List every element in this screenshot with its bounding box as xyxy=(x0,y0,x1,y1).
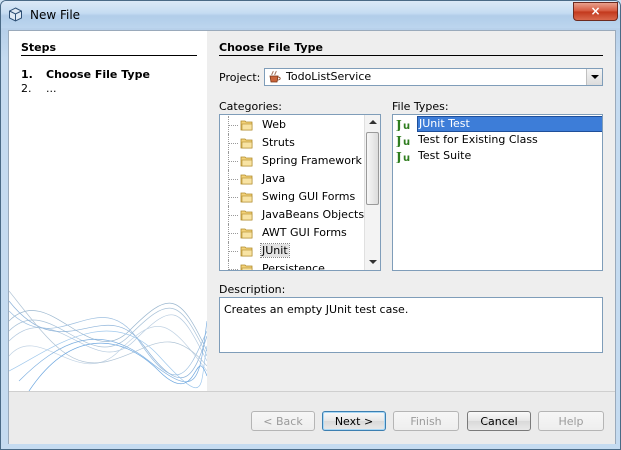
folder-icon xyxy=(240,210,253,221)
folder-icon xyxy=(240,264,253,270)
category-item[interactable]: Web xyxy=(220,116,362,134)
category-item[interactable]: Persistence xyxy=(220,260,362,271)
tree-branch xyxy=(229,143,238,144)
file-type-item[interactable]: Ju Test for Existing Class xyxy=(394,132,601,148)
categories-label: Categories: xyxy=(219,100,282,113)
title-bar[interactable]: New File × xyxy=(1,1,620,28)
step-number: 2. xyxy=(21,82,32,95)
project-combobox[interactable]: TodoListService xyxy=(264,68,603,86)
header-divider xyxy=(219,55,603,56)
file-type-label: Test Suite xyxy=(418,149,472,162)
next-button[interactable]: Next > xyxy=(322,411,386,431)
category-item[interactable]: AWT GUI Forms xyxy=(220,224,362,242)
tree-branch xyxy=(229,179,238,180)
file-types-label: File Types: xyxy=(392,100,449,113)
folder-icon xyxy=(240,120,253,131)
dialog-body: Steps 1. Choose File Type 2.... Choose F… xyxy=(8,30,616,444)
category-label: Swing GUI Forms xyxy=(262,190,356,203)
svg-text:u: u xyxy=(403,153,410,163)
category-item[interactable]: Java xyxy=(220,170,362,188)
file-type-item-selected[interactable]: Ju JUnit Test xyxy=(394,116,602,132)
category-item[interactable]: Spring Framework xyxy=(220,152,362,170)
folder-icon xyxy=(240,192,253,203)
close-icon: × xyxy=(590,4,601,18)
step-number: 1. xyxy=(21,68,33,81)
description-text: Creates an empty JUnit test case. xyxy=(224,303,409,316)
category-label: Spring Framework xyxy=(262,154,362,167)
description-label: Description: xyxy=(219,283,286,296)
scrollbar-thumb[interactable] xyxy=(366,132,379,205)
file-type-label: JUnit Test xyxy=(417,116,602,132)
svg-text:u: u xyxy=(403,137,410,147)
scroll-down-icon[interactable] xyxy=(365,255,380,270)
file-type-label: Test for Existing Class xyxy=(418,133,538,146)
categories-list[interactable]: Web Struts Spring Framework Java Swing G… xyxy=(219,114,381,271)
junit-icon: Ju xyxy=(396,118,410,131)
description-box: Creates an empty JUnit test case. xyxy=(219,297,603,353)
decorative-waves-image xyxy=(9,290,207,391)
steps-panel: Steps 1. Choose File Type 2.... xyxy=(9,31,207,391)
steps-divider xyxy=(21,55,197,56)
tree-branch xyxy=(229,233,238,234)
category-item[interactable]: JavaBeans Objects xyxy=(220,206,365,224)
project-label: Project: xyxy=(219,71,261,84)
svg-text:J: J xyxy=(396,134,402,147)
file-type-item[interactable]: Ju Test Suite xyxy=(394,148,601,164)
panel-header: Choose File Type xyxy=(219,41,323,54)
category-label: Struts xyxy=(262,136,295,149)
coffee-cup-icon xyxy=(269,70,281,83)
svg-text:u: u xyxy=(403,121,410,131)
main-panel: Choose File Type Project: TodoListServic… xyxy=(207,31,615,391)
category-label: JavaBeans Objects xyxy=(262,208,365,221)
file-types-list[interactable]: Ju JUnit Test Ju Test for Existing Class… xyxy=(392,114,603,271)
cancel-button[interactable]: Cancel xyxy=(467,411,531,431)
scroll-up-icon[interactable] xyxy=(365,115,380,130)
step-label: Choose File Type xyxy=(46,68,150,81)
category-item[interactable]: Struts xyxy=(220,134,362,152)
new-file-dialog: New File × Steps 1. Choose File Type 2...… xyxy=(0,0,621,450)
categories-scrollbar[interactable] xyxy=(364,115,380,270)
category-label: AWT GUI Forms xyxy=(262,226,347,239)
folder-icon xyxy=(240,174,253,185)
project-value: TodoListService xyxy=(286,70,372,83)
netbeans-cube-icon xyxy=(9,7,22,22)
category-item[interactable]: Swing GUI Forms xyxy=(220,188,362,206)
step-item-1: 1. Choose File Type xyxy=(21,68,150,81)
category-label: Web xyxy=(262,118,286,131)
tree-branch xyxy=(229,197,238,198)
folder-icon xyxy=(240,138,253,149)
folder-icon xyxy=(240,156,253,167)
tree-branch xyxy=(229,251,238,252)
category-label: Java xyxy=(262,172,286,185)
category-label: JUnit xyxy=(260,243,290,258)
junit-icon: Ju xyxy=(396,150,410,163)
finish-button[interactable]: Finish xyxy=(393,411,459,431)
button-bar: < Back Next > Finish Cancel Help xyxy=(9,391,615,444)
step-item-2: 2.... xyxy=(21,82,57,95)
svg-text:J: J xyxy=(396,150,402,163)
close-button[interactable]: × xyxy=(573,2,618,21)
window-title: New File xyxy=(30,8,81,22)
category-label: Persistence xyxy=(262,262,325,271)
junit-icon: Ju xyxy=(396,134,410,147)
svg-text:J: J xyxy=(396,118,402,131)
step-label: ... xyxy=(46,82,57,95)
chevron-down-icon[interactable] xyxy=(586,69,602,85)
steps-title: Steps xyxy=(21,41,57,54)
category-item-selected[interactable]: JUnit xyxy=(220,242,362,260)
tree-branch xyxy=(229,125,238,126)
tree-branch xyxy=(229,161,238,162)
folder-icon xyxy=(240,246,253,257)
folder-icon xyxy=(240,228,253,239)
back-button[interactable]: < Back xyxy=(251,411,315,431)
tree-branch xyxy=(229,215,238,216)
tree-branch xyxy=(229,269,238,270)
help-button[interactable]: Help xyxy=(538,411,604,431)
